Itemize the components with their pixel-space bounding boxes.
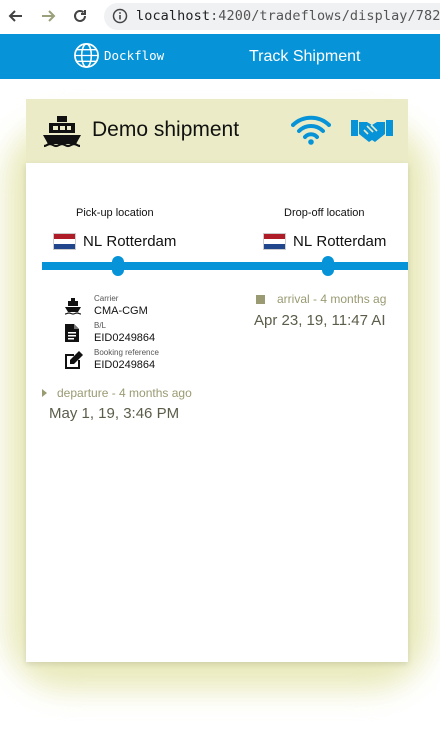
bl-label: B/L — [94, 321, 107, 330]
arrival-status-text: arrival - 4 months ag — [277, 292, 387, 306]
dropoff-label: Drop-off location — [284, 207, 365, 219]
carrier-label: Carrier — [94, 294, 119, 303]
pickup-location: NL Rotterdam — [53, 233, 176, 250]
nl-flag-icon — [53, 233, 76, 250]
track-shipment-link[interactable]: Track Shipment — [249, 48, 360, 66]
handshake-icon[interactable] — [351, 116, 393, 149]
booking-value: EID0249864 — [94, 359, 156, 371]
pickup-label: Pick-up location — [76, 207, 154, 219]
stop-square-icon — [256, 294, 265, 304]
shipment-card-body: Pick-up location NL Rotterdam Drop-off l… — [26, 163, 408, 662]
ship-small-icon — [64, 297, 82, 320]
reload-button[interactable] — [69, 5, 91, 27]
pickup-city: Rotterdam — [106, 233, 177, 250]
browser-toolbar: localhost:4200/tradeflows/display/7820 — [0, 0, 440, 34]
brand-logo-text[interactable]: Dockflow — [104, 48, 164, 63]
route-progress-line — [42, 262, 408, 270]
arrow-right-icon — [42, 10, 56, 22]
shipment-title: Demo shipment — [92, 118, 240, 141]
shipment-card-header: Demo shipment — [26, 99, 408, 163]
wifi-icon[interactable] — [291, 114, 331, 151]
pickup-marker[interactable] — [112, 256, 124, 276]
nl-flag-icon — [263, 233, 286, 250]
site-info-icon[interactable] — [112, 8, 128, 29]
forward-button[interactable] — [37, 5, 59, 27]
play-triangle-icon — [42, 389, 47, 397]
dropoff-city: Rotterdam — [316, 233, 387, 250]
reload-icon — [74, 9, 86, 22]
dropoff-marker[interactable] — [322, 256, 334, 276]
arrival-status: arrival - 4 months ag — [256, 292, 386, 306]
ship-icon — [42, 115, 82, 154]
departure-status: departure - 4 months ago — [42, 386, 192, 400]
bl-value: EID0249864 — [94, 332, 156, 344]
departure-status-text: departure - 4 months ago — [57, 386, 192, 400]
globe-icon — [73, 42, 100, 74]
booking-label: Booking reference — [94, 348, 159, 357]
arrival-date: Apr 23, 19, 11:47 AI — [254, 312, 386, 329]
dropoff-country: NL — [293, 233, 313, 250]
edit-icon — [64, 351, 83, 375]
dropoff-location: NL Rotterdam — [263, 233, 386, 250]
departure-date: May 1, 19, 3:46 PM — [49, 405, 180, 422]
carrier-value: CMA-CGM — [94, 305, 148, 317]
app-header: Dockflow Track Shipment — [0, 34, 440, 79]
url-text: localhost:4200/tradeflows/display/7820 — [136, 8, 440, 24]
back-button[interactable] — [5, 5, 27, 27]
document-icon — [65, 324, 79, 347]
address-bar[interactable]: localhost:4200/tradeflows/display/7820 — [104, 3, 440, 30]
arrow-left-icon — [8, 10, 22, 22]
pickup-country: NL — [83, 233, 103, 250]
